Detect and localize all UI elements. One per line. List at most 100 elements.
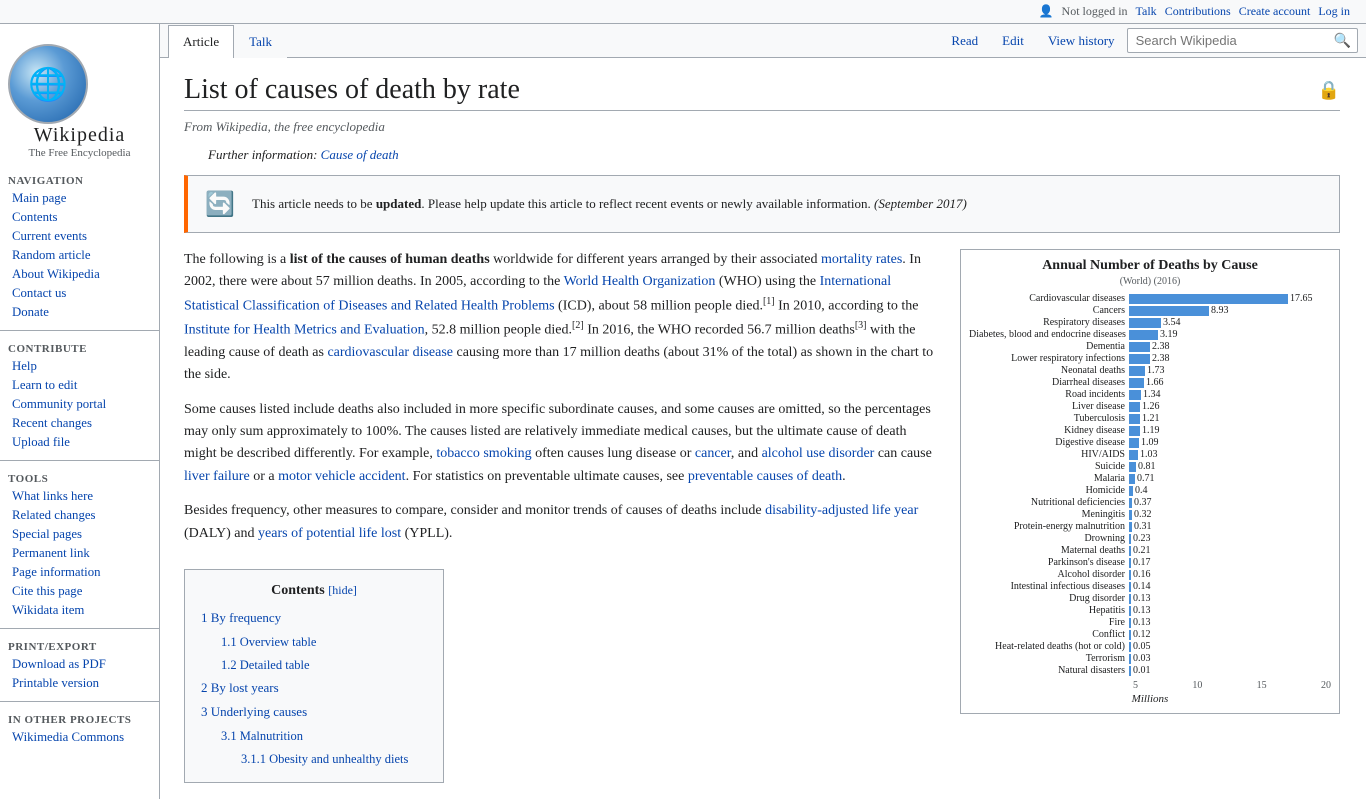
sidebar-item-random-article[interactable]: Random article: [0, 246, 159, 265]
sidebar-item-related-changes[interactable]: Related changes: [0, 506, 159, 525]
chart-row: Alcohol disorder 0.16: [969, 569, 1331, 580]
talk-link[interactable]: Talk: [1136, 4, 1157, 19]
liver-failure-link[interactable]: liver failure: [184, 469, 250, 484]
contents-link-underlying-causes[interactable]: 3 Underlying causes: [201, 704, 307, 719]
contents-link-malnutrition[interactable]: 3.1 Malnutrition: [221, 729, 303, 743]
chart-bar: [1129, 654, 1131, 664]
chart-row: Neonatal deaths 1.73: [969, 365, 1331, 376]
chart-row: Homicide 0.4: [969, 485, 1331, 496]
sidebar-item-about-wikipedia[interactable]: About Wikipedia: [0, 265, 159, 284]
chart-row: Fire 0.13: [969, 617, 1331, 628]
who-link[interactable]: World Health Organization: [564, 274, 716, 289]
chart-bar-wrap: 0.32: [1129, 509, 1331, 520]
tab-edit[interactable]: Edit: [990, 25, 1036, 57]
sidebar-item-upload-file[interactable]: Upload file: [0, 433, 159, 452]
chart-bar: [1129, 294, 1288, 304]
preventable-causes-link[interactable]: preventable causes of death: [688, 469, 842, 484]
chart-bar-wrap: 1.21: [1129, 413, 1331, 424]
cardiovascular-disease-link[interactable]: cardiovascular disease: [327, 345, 453, 360]
contents-item-1-1: 1.1 Overview table: [201, 632, 427, 652]
ihme-link[interactable]: Institute for Health Metrics and Evaluat…: [184, 322, 425, 337]
tools-section: Tools What links here Related changes Sp…: [0, 465, 159, 624]
motor-vehicle-accident-link[interactable]: motor vehicle accident: [278, 469, 406, 484]
tobacco-smoking-link[interactable]: tobacco smoking: [436, 446, 531, 461]
tab-article[interactable]: Article: [168, 25, 234, 58]
sidebar-item-contents[interactable]: Contents: [0, 208, 159, 227]
sidebar-item-help[interactable]: Help: [0, 357, 159, 376]
notice-icon: 🔄: [200, 184, 240, 224]
top-bar: 👤 Not logged in Talk Contributions Creat…: [0, 0, 1366, 24]
sidebar-item-donate[interactable]: Donate: [0, 303, 159, 322]
sidebar-divider-3: [0, 628, 159, 629]
chart-row-label: Protein-energy malnutrition: [969, 521, 1129, 532]
tab-talk[interactable]: Talk: [234, 25, 287, 58]
sidebar-item-cite-this-page[interactable]: Cite this page: [0, 582, 159, 601]
tab-read[interactable]: Read: [939, 25, 990, 57]
ypll-link[interactable]: years of potential life lost: [258, 526, 401, 541]
contents-box: Contents [hide] 1 By frequency 1.1 Overv…: [184, 569, 444, 783]
chart-title: Annual Number of Deaths by Cause: [969, 258, 1331, 274]
nav-section: Navigation Main page Contents Current ev…: [0, 167, 159, 326]
sidebar-item-current-events[interactable]: Current events: [0, 227, 159, 246]
daly-link[interactable]: disability-adjusted life year: [765, 503, 918, 518]
chart-bar-value: 0.01: [1133, 665, 1151, 676]
sidebar-item-special-pages[interactable]: Special pages: [0, 525, 159, 544]
contents-link-by-lost-years[interactable]: 2 By lost years: [201, 680, 279, 695]
cause-of-death-link[interactable]: Cause of death: [321, 147, 399, 162]
wiki-globe-icon: 🌐: [8, 44, 88, 124]
print-section: Print/export Download as PDF Printable v…: [0, 633, 159, 697]
chart-bars: Cardiovascular diseases 17.65 Cancers 8.…: [969, 293, 1331, 676]
sidebar-item-wikimedia-commons[interactable]: Wikimedia Commons: [0, 728, 159, 747]
sidebar-item-permanent-link[interactable]: Permanent link: [0, 544, 159, 563]
tab-view-history[interactable]: View history: [1036, 25, 1127, 57]
sidebar-item-recent-changes[interactable]: Recent changes: [0, 414, 159, 433]
log-in-link[interactable]: Log in: [1318, 4, 1350, 19]
sidebar-logo: 🌐 Wikipedia The Free Encyclopedia: [0, 32, 159, 167]
chart-bar-wrap: 0.81: [1129, 461, 1331, 472]
contents-link-detailed-table[interactable]: 1.2 Detailed table: [221, 658, 310, 672]
chart-bar-value: 0.12: [1133, 629, 1151, 640]
sidebar-item-community-portal[interactable]: Community portal: [0, 395, 159, 414]
chart-bar: [1129, 606, 1131, 616]
search-button[interactable]: 🔍: [1332, 32, 1353, 49]
sidebar-item-wikidata-item[interactable]: Wikidata item: [0, 601, 159, 620]
sidebar-item-what-links-here[interactable]: What links here: [0, 487, 159, 506]
chart-x-axis: 5 10 15 20: [969, 680, 1331, 691]
sidebar-item-printable-version[interactable]: Printable version: [0, 674, 159, 693]
contents-link-by-frequency[interactable]: 1 By frequency: [201, 610, 281, 625]
search-input[interactable]: [1132, 31, 1332, 50]
chart-bar-wrap: 1.66: [1129, 377, 1331, 388]
contents-toggle[interactable]: [hide]: [328, 583, 357, 597]
chart-bar: [1129, 630, 1131, 640]
chart-bar: [1129, 534, 1131, 544]
article: List of causes of death by rate 🔒 From W…: [160, 58, 1360, 799]
chart-bar-value: 1.03: [1140, 449, 1158, 460]
icd-link[interactable]: International Statistical Classification…: [184, 274, 891, 313]
contents-link-overview-table[interactable]: 1.1 Overview table: [221, 635, 316, 649]
notice-date: (September 2017): [874, 196, 967, 211]
contributions-link[interactable]: Contributions: [1165, 4, 1231, 19]
sidebar-item-contact-us[interactable]: Contact us: [0, 284, 159, 303]
create-account-link[interactable]: Create account: [1239, 4, 1311, 19]
chart-row: Meningitis 0.32: [969, 509, 1331, 520]
chart-bar-value: 0.03: [1133, 653, 1151, 664]
sidebar-item-main-page[interactable]: Main page: [0, 189, 159, 208]
contents-list: 1 By frequency 1.1 Overview table 1.2 De…: [201, 608, 427, 768]
contents-link-obesity[interactable]: 3.1.1 Obesity and unhealthy diets: [241, 752, 408, 766]
sidebar-item-page-information[interactable]: Page information: [0, 563, 159, 582]
sidebar-item-download-pdf[interactable]: Download as PDF: [0, 655, 159, 674]
cancer-link[interactable]: cancer: [695, 446, 731, 461]
chart-row-label: Conflict: [969, 629, 1129, 640]
chart-bar: [1129, 450, 1138, 460]
alcohol-use-disorder-link[interactable]: alcohol use disorder: [762, 446, 875, 461]
user-icon: 👤: [1039, 4, 1054, 19]
chart-bar: [1129, 618, 1131, 628]
mortality-rates-link[interactable]: mortality rates: [821, 252, 902, 267]
sidebar-item-learn-to-edit[interactable]: Learn to edit: [0, 376, 159, 395]
chart-bar-wrap: 3.54: [1129, 317, 1331, 328]
article-text: The following is a list of the causes of…: [184, 249, 940, 783]
notice-bold: updated: [376, 196, 422, 211]
chart-row-label: Liver disease: [969, 401, 1129, 412]
chart-bar-value: 0.4: [1135, 485, 1148, 496]
chart-row-label: Homicide: [969, 485, 1129, 496]
